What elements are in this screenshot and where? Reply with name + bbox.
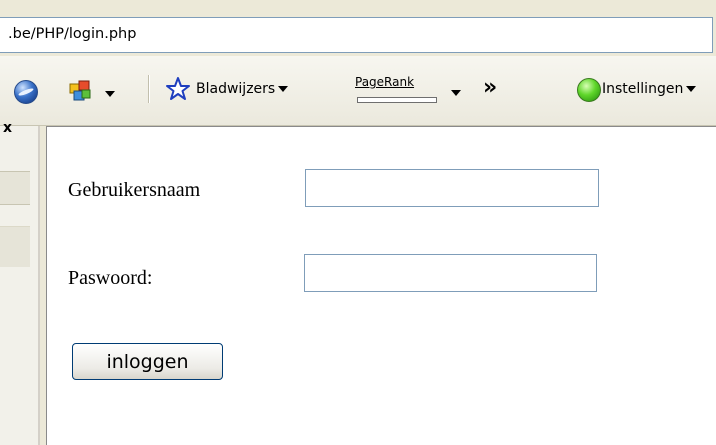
address-bar: .be/PHP/login.php	[0, 0, 716, 56]
chevron-down-icon	[278, 86, 289, 92]
pagerank-label: PageRank	[355, 75, 415, 89]
chevron-down-icon	[686, 86, 697, 92]
pagerank-bar	[357, 97, 437, 103]
toolbar-divider	[148, 75, 150, 103]
username-label: Gebruikersnaam	[68, 179, 201, 201]
sidebar-panel: x	[0, 120, 40, 445]
pagerank-widget[interactable]: PageRank	[355, 75, 439, 109]
password-input[interactable]	[304, 254, 597, 292]
bookmarks-label: Bladwijzers	[196, 81, 276, 97]
url-text: .be/PHP/login.php	[8, 26, 137, 42]
sidebar-splitter[interactable]	[38, 126, 40, 445]
pagerank-dropdown-icon[interactable]	[448, 85, 461, 101]
page-content: Gebruikersnaam Paswoord: inloggen	[46, 126, 716, 445]
settings-label: Instellingen	[602, 81, 684, 97]
login-button[interactable]: inloggen	[72, 343, 223, 380]
bookmark-star-icon[interactable]	[165, 76, 191, 102]
close-icon[interactable]: x	[3, 120, 12, 136]
url-field[interactable]: .be/PHP/login.php	[0, 17, 713, 53]
bookmarks-menu[interactable]: Bladwijzers	[196, 81, 289, 97]
google-search-icon[interactable]	[14, 80, 38, 104]
puzzle-icon[interactable]	[68, 78, 92, 102]
sidebar-item[interactable]	[0, 171, 30, 205]
username-input[interactable]	[305, 169, 599, 207]
password-label: Paswoord:	[68, 267, 153, 289]
settings-menu[interactable]: Instellingen	[602, 81, 697, 97]
sidebar-item[interactable]	[0, 226, 30, 267]
browser-toolbar: Bladwijzers PageRank » Instellingen	[0, 56, 716, 126]
toolbar-overflow-icon[interactable]: »	[483, 75, 497, 100]
extension-dropdown-icon[interactable]	[102, 86, 115, 102]
green-status-icon	[577, 78, 601, 102]
